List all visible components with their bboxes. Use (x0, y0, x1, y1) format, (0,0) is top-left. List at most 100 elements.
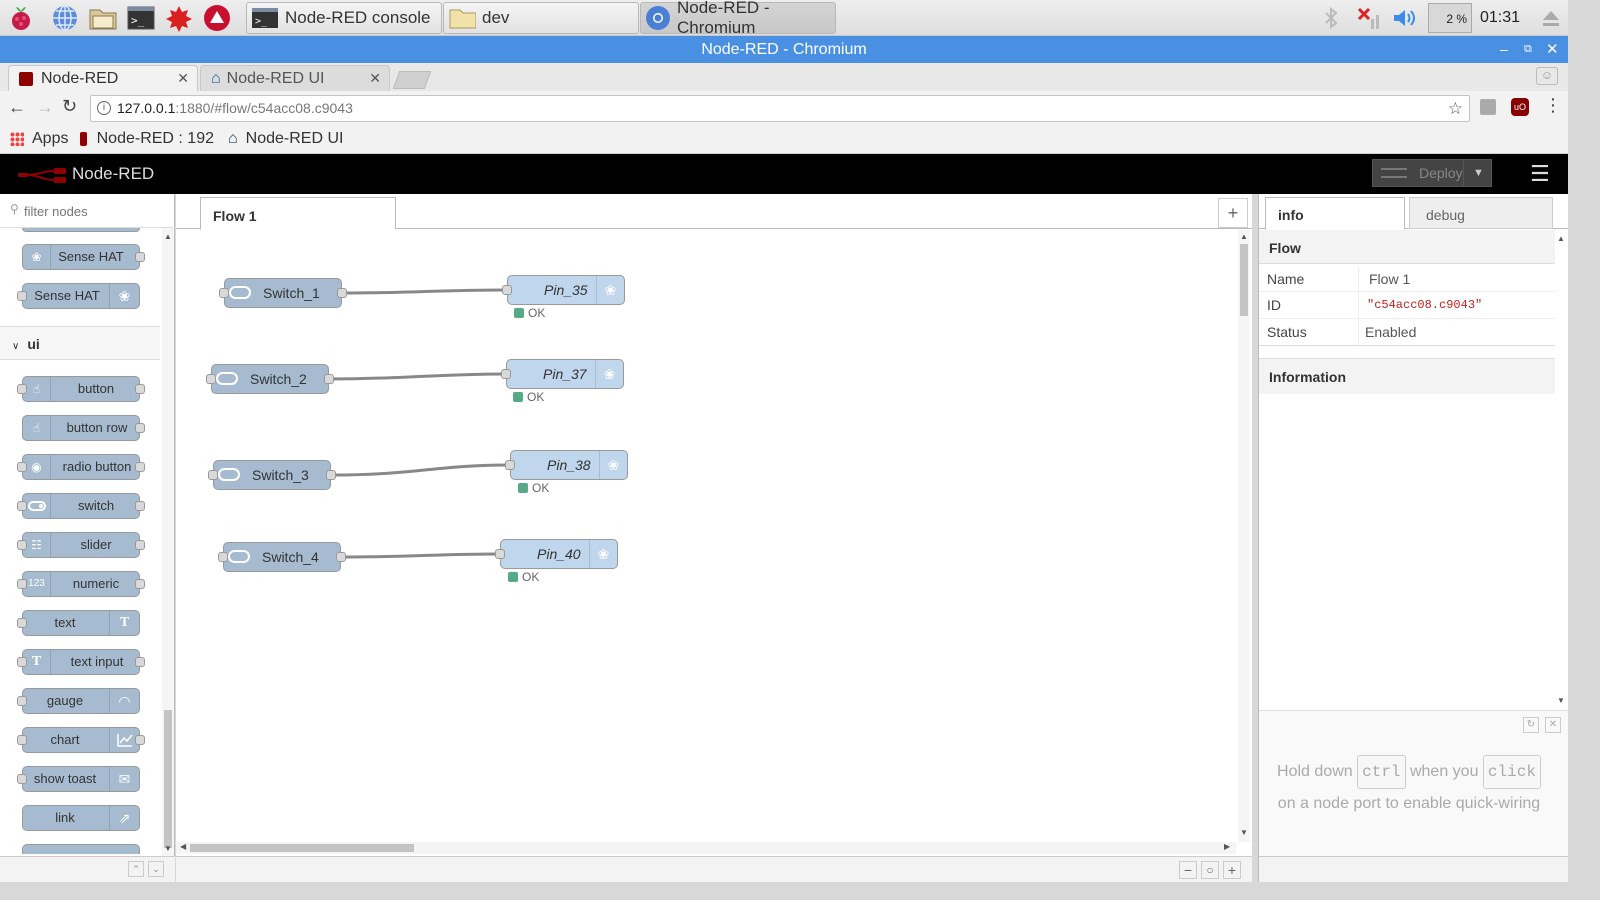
wire[interactable] (328, 372, 507, 381)
flow-node-pin-35[interactable]: Pin_35 ❀ (502, 275, 625, 305)
scroll-right-icon[interactable]: ▶ (1224, 842, 1230, 851)
output-port[interactable] (135, 462, 145, 472)
output-port[interactable] (135, 579, 145, 589)
flow-node-pin-37[interactable]: Pin_37 ❀ (501, 359, 624, 389)
palette-scrollbar[interactable]: ▲ ▼ (162, 228, 174, 858)
workspace-vertical-scrollbar[interactable]: ▲ ▼ (1238, 230, 1250, 842)
input-port[interactable] (206, 374, 216, 384)
palette-node-button-row[interactable]: ☝ button row (22, 415, 145, 441)
palette-category-ui[interactable]: ∨ ui (0, 326, 160, 360)
forward-arrow-icon[interactable]: → (36, 97, 54, 118)
input-port[interactable] (505, 460, 515, 470)
expand-all-icon[interactable]: ⌄ (148, 861, 164, 877)
deploy-dropdown-icon[interactable]: ▼ (1463, 160, 1493, 186)
input-port[interactable] (17, 291, 27, 301)
tab-debug[interactable]: debug (1409, 197, 1553, 229)
wire[interactable] (330, 463, 511, 477)
palette-node-text-input[interactable]: T text input (17, 649, 145, 675)
browser-tab-node-red[interactable]: Node-RED ✕ (8, 65, 198, 92)
palette-node-text[interactable]: text T (17, 610, 140, 636)
browser-menu-icon[interactable]: ⋮ (1544, 95, 1562, 116)
input-port[interactable] (502, 285, 512, 295)
palette-node-radio-button[interactable]: ◉ radio button (17, 454, 145, 480)
zoom-out-button[interactable]: − (1179, 861, 1197, 879)
task-node-red-console[interactable]: >_ Node-RED console (246, 2, 442, 34)
palette-node-button[interactable]: ☝ button (17, 376, 145, 402)
filter-nodes-input[interactable] (24, 202, 164, 220)
raspberry-menu-icon[interactable] (6, 3, 36, 33)
flow-node-switch-4[interactable]: Switch_4 (218, 542, 346, 572)
palette-node-gauge[interactable]: gauge ◠ (17, 688, 140, 714)
wire[interactable] (341, 288, 508, 295)
close-tab-icon[interactable]: ✕ (369, 70, 381, 87)
scroll-up-icon[interactable]: ▲ (1557, 234, 1565, 243)
workspace-horizontal-scrollbar[interactable]: ◀ ▶ (176, 842, 1236, 854)
flow-node-switch-3[interactable]: Switch_3 (208, 460, 336, 490)
reload-icon[interactable]: ↻ (62, 96, 77, 117)
palette-filter[interactable]: ⚲ (0, 194, 175, 228)
output-port[interactable] (326, 470, 336, 480)
scroll-left-icon[interactable]: ◀ (180, 842, 186, 851)
output-port[interactable] (135, 501, 145, 511)
horizontal-scrollbar-thumb[interactable] (190, 844, 414, 852)
volume-icon[interactable] (1390, 3, 1420, 33)
clock[interactable]: 01:31 (1480, 0, 1520, 36)
address-bar[interactable]: i 127.0.0.1:1880/#flow/c54acc08.c9043 ☆ (90, 95, 1470, 122)
wolfram-icon[interactable] (202, 3, 232, 33)
scroll-down-icon[interactable]: ▼ (1240, 828, 1248, 837)
flow-node-pin-38[interactable]: Pin_38 ❀ (505, 450, 628, 480)
wire[interactable] (340, 552, 501, 559)
palette-node-chart[interactable]: chart (17, 727, 145, 753)
output-port[interactable] (135, 423, 145, 433)
output-port[interactable] (336, 552, 346, 562)
palette-node-slider[interactable]: ☷ slider (17, 532, 145, 558)
input-port[interactable] (17, 618, 27, 628)
browser-tab-node-red-ui[interactable]: ⌂ Node-RED UI ✕ (200, 65, 390, 92)
scroll-down-icon[interactable]: ▼ (1557, 696, 1565, 705)
input-port[interactable] (17, 735, 27, 745)
ublock-icon[interactable]: uO (1511, 98, 1529, 116)
palette-node-numeric[interactable]: 123 numeric (17, 571, 145, 597)
input-port[interactable] (495, 549, 505, 559)
info-icon[interactable]: i (97, 101, 111, 115)
flow-workspace[interactable]: Flow 1 + Switch_1 Switch_2 Switch_3 Swit… (176, 194, 1252, 882)
output-port[interactable] (337, 288, 347, 298)
input-port[interactable] (218, 552, 228, 562)
bluetooth-icon[interactable] (1316, 3, 1346, 33)
main-menu-icon[interactable]: ☰ (1530, 161, 1550, 187)
web-browser-icon[interactable] (50, 3, 80, 33)
palette-node-sense-hat-in[interactable]: Sense HAT ❀ (17, 283, 140, 309)
output-port[interactable] (324, 374, 334, 384)
output-port[interactable] (135, 384, 145, 394)
output-port[interactable] (135, 252, 145, 262)
palette-node-sense-hat-out[interactable]: ❀ Sense HAT (22, 244, 145, 270)
close-window-icon[interactable]: ✕ (1546, 36, 1559, 63)
palette-node-show-toast[interactable]: show toast ✉ (17, 766, 140, 792)
flow-node-switch-1[interactable]: Switch_1 (219, 278, 347, 308)
flow-node-pin-40[interactable]: Pin_40 ❀ (495, 539, 618, 569)
bookmark-apps[interactable]: Apps (10, 130, 68, 148)
network-disconnected-icon[interactable] (1354, 3, 1384, 33)
input-port[interactable] (17, 774, 27, 784)
vertical-scrollbar-thumb[interactable] (1240, 244, 1248, 316)
task-dev[interactable]: dev (443, 2, 639, 34)
close-tip-icon[interactable]: ✕ (1545, 717, 1561, 733)
extension-icon[interactable] (1480, 99, 1496, 115)
terminal-icon[interactable]: >_ (126, 3, 156, 33)
math-kernel-icon[interactable] (164, 3, 194, 33)
input-port[interactable] (208, 470, 218, 480)
palette-node-switch[interactable]: switch (17, 493, 145, 519)
palette-node-link[interactable]: link ⇗ (22, 805, 140, 831)
scroll-up-icon[interactable]: ▲ (164, 232, 172, 241)
input-port[interactable] (501, 369, 511, 379)
maximize-icon[interactable]: ⧉ (1524, 36, 1532, 63)
file-manager-icon[interactable] (88, 3, 118, 33)
bookmark-star-icon[interactable]: ☆ (1448, 96, 1463, 121)
output-port[interactable] (135, 540, 145, 550)
back-arrow-icon[interactable]: ← (8, 97, 26, 118)
tab-info[interactable]: info (1265, 197, 1405, 230)
cpu-monitor[interactable]: 2 % (1428, 3, 1472, 33)
eject-icon[interactable] (1536, 3, 1566, 33)
output-port[interactable] (135, 657, 145, 667)
collapse-all-icon[interactable]: ⌃ (128, 861, 144, 877)
